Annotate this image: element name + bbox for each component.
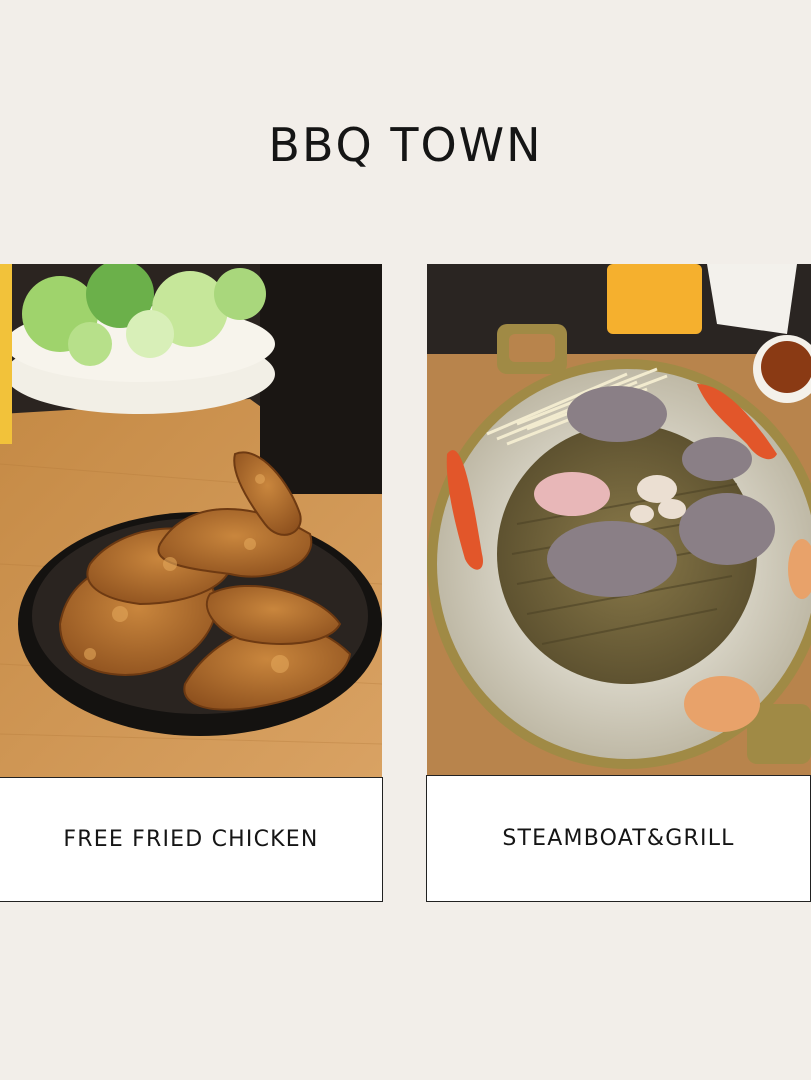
caption-box-steamboat: STEAMBOAT&GRILL: [426, 775, 811, 902]
steamboat-grill-photo: [427, 264, 811, 775]
caption-free-fried-chicken: FREE FRIED CHICKEN: [63, 827, 319, 852]
page-title: BBQ TOWN: [268, 118, 543, 172]
caption-steamboat-grill: STEAMBOAT&GRILL: [502, 826, 735, 851]
caption-box-chicken: FREE FRIED CHICKEN: [0, 777, 383, 902]
fried-chicken-photo: [0, 264, 382, 777]
